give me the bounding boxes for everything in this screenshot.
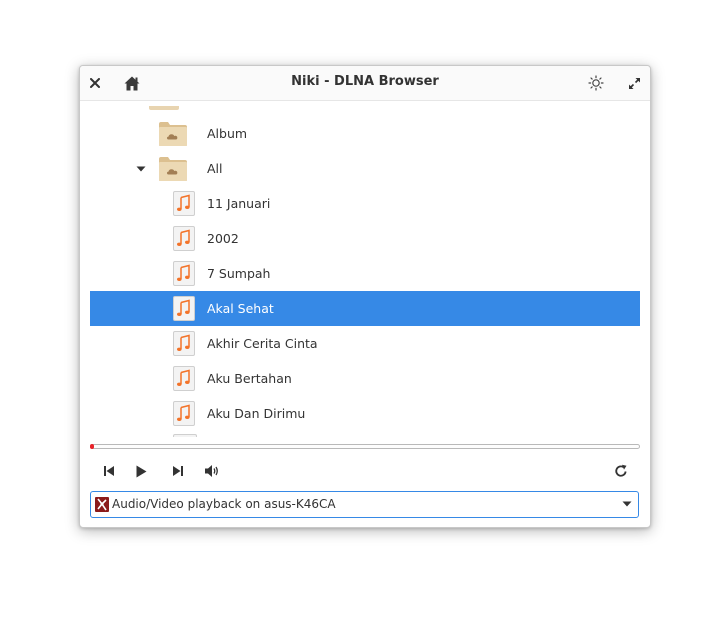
next-button[interactable] (167, 460, 189, 482)
seek-bar-start-marker (90, 444, 94, 449)
folder-icon (159, 122, 187, 146)
tree-row-audio[interactable]: Aku Bertahan (90, 361, 640, 396)
tree-row-all[interactable]: All (90, 151, 640, 186)
brightness-button[interactable] (585, 72, 607, 94)
tree-row-label: Aku Dan Dirimu (207, 406, 306, 421)
chevron-down-icon (622, 501, 632, 507)
play-icon (136, 465, 147, 477)
tree-row-label: Aku Bertahan (207, 371, 292, 386)
tree-row-label: 7 Sumpah (207, 266, 271, 281)
maximize-icon (628, 77, 640, 89)
tree-row-audio[interactable]: 7 Sumpah (90, 256, 640, 291)
titlebar: Niki - DLNA Browser (80, 66, 650, 101)
expanded-triangle-icon (136, 166, 146, 171)
audio-file-icon (173, 226, 195, 251)
play-button[interactable] (130, 460, 152, 482)
tree-row-audio[interactable]: 2002 (90, 221, 640, 256)
audio-file-icon (173, 261, 195, 286)
next-item-icon-partial (173, 434, 197, 437)
refresh-icon (615, 464, 627, 477)
renderer-select-value: Audio/Video playback on asus-K46CA (112, 497, 336, 511)
audio-file-icon (173, 331, 195, 356)
audio-file-icon (173, 191, 195, 216)
next-icon (173, 466, 183, 476)
tree-row-label: Akhir Cerita Cinta (207, 336, 318, 351)
renderer-select[interactable]: Audio/Video playback on asus-K46CA (90, 491, 639, 518)
expander-arrow[interactable] (135, 151, 147, 186)
tree-row-label: 2002 (207, 231, 239, 246)
tree-row-album[interactable]: Album (90, 116, 640, 151)
window-title: Niki - DLNA Browser (291, 74, 439, 89)
app-window: Niki - DLNA Browser Album All 11 Januari… (79, 65, 651, 528)
previous-button[interactable] (98, 460, 120, 482)
tree-row-audio-selected[interactable]: Akal Sehat (90, 291, 640, 326)
media-renderer-icon (95, 497, 109, 512)
folder-icon (159, 157, 187, 181)
tree-row-label: All (207, 161, 223, 176)
audio-file-icon (173, 401, 195, 426)
brightness-icon (588, 75, 604, 91)
tree-row-label: 11 Januari (207, 196, 271, 211)
tree-row-label: Album (207, 126, 248, 141)
tree-row-label: Akal Sehat (207, 301, 274, 316)
parent-folder-icon (149, 106, 179, 110)
refresh-button[interactable] (610, 460, 632, 482)
tree-row-audio[interactable]: Akhir Cerita Cinta (90, 326, 640, 361)
media-tree[interactable]: Album All 11 Januari 2002 7 Sumpah Akal … (90, 101, 640, 437)
tree-row-audio[interactable]: 11 Januari (90, 186, 640, 221)
volume-icon (205, 465, 218, 477)
previous-icon (104, 466, 114, 476)
audio-file-icon (173, 366, 195, 391)
tree-row-audio[interactable]: Aku Dan Dirimu (90, 396, 640, 431)
audio-file-icon (173, 296, 195, 321)
maximize-button[interactable] (623, 72, 645, 94)
seek-bar[interactable] (90, 444, 640, 449)
volume-button[interactable] (201, 460, 223, 482)
